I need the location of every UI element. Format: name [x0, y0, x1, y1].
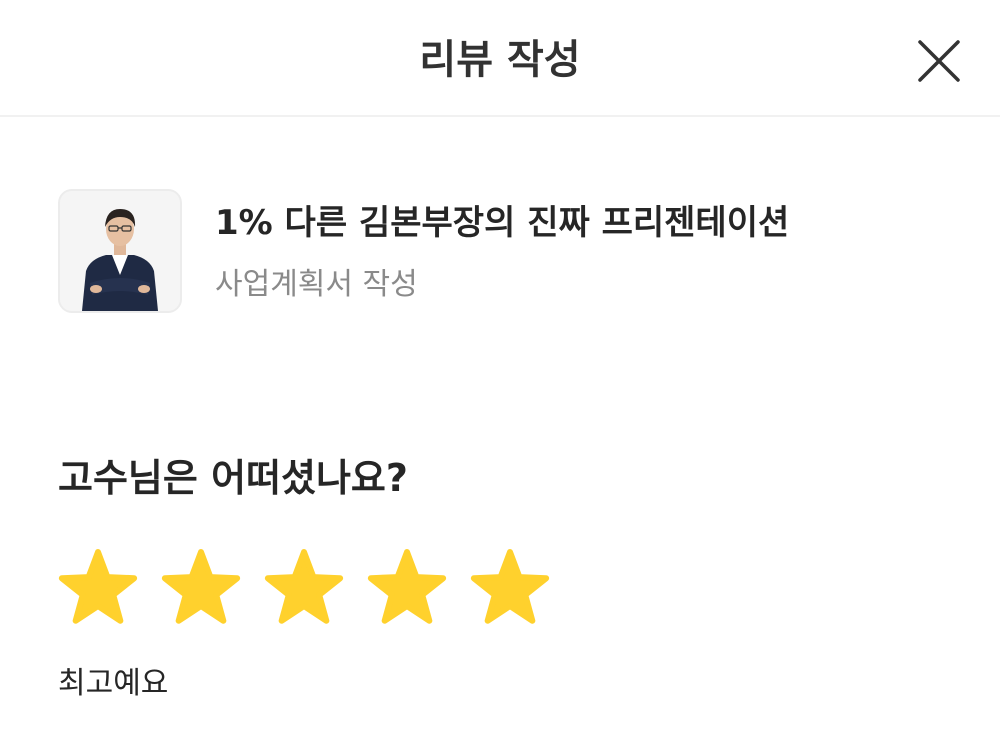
- star-icon[interactable]: [367, 548, 447, 628]
- product-summary: 1% 다른 김본부장의 진짜 프리젠테이션 사업계획서 작성: [58, 189, 938, 315]
- star-icon[interactable]: [58, 548, 138, 628]
- rating-label: 최고예요: [58, 666, 169, 701]
- instructor-photo: [60, 191, 180, 311]
- star-icon[interactable]: [161, 548, 241, 628]
- rating-question: 고수님은 어떠셨나요?: [58, 456, 408, 500]
- star-rating: [58, 548, 550, 628]
- close-button[interactable]: [912, 34, 966, 88]
- close-icon: [918, 40, 960, 82]
- star-icon[interactable]: [264, 548, 344, 628]
- star-icon[interactable]: [470, 548, 550, 628]
- product-title: 1% 다른 김본부장의 진짜 프리젠테이션: [215, 203, 790, 243]
- product-subtitle: 사업계획서 작성: [215, 267, 418, 302]
- product-thumbnail: [58, 189, 182, 313]
- header: 리뷰 작성: [0, 0, 1000, 117]
- page-title: 리뷰 작성: [419, 37, 581, 83]
